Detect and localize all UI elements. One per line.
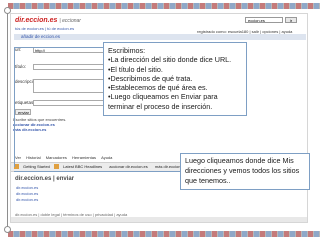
account-go-button[interactable]: ir	[285, 17, 297, 23]
form-title: añadir de eccion.es	[21, 34, 61, 39]
menu-item-ver[interactable]: Ver	[15, 155, 21, 160]
account-select[interactable]: eccion.es	[245, 17, 283, 23]
list-item[interactable]: dir.eccion.es	[16, 197, 38, 202]
title-input[interactable]	[33, 64, 113, 70]
list-item[interactable]: dir.eccion.es	[16, 191, 38, 196]
list-item[interactable]: dir.eccion.es	[16, 185, 38, 190]
menu-item-herramientas[interactable]: Herramientas	[72, 155, 96, 160]
slide-frame: dir.eccion.es | eccionar tús de eccion.e…	[0, 0, 320, 240]
callout-line-url: •La dirección del sitio donde dice URL.	[108, 55, 232, 65]
bookmark-getting-started[interactable]: Getting Started	[14, 164, 50, 170]
bookmark-label: Getting Started	[23, 164, 50, 169]
bookmark-accionar[interactable]: accionar dir.eccion.es	[106, 164, 147, 169]
callout-arrow-top	[14, 47, 103, 48]
title-label: título:	[15, 64, 27, 69]
bookmark-bbc[interactable]: Latest BBC Headlines	[54, 164, 103, 170]
submit-button[interactable]: enviar	[15, 109, 31, 115]
menu-item-historial[interactable]: Historial	[26, 155, 40, 160]
intro-text: Escribe sitios que encuentres. accionar …	[13, 117, 303, 132]
left-decorative-line	[7, 10, 8, 228]
logo-subtitle: | eccionar	[59, 18, 81, 24]
bookmark-label: accionar dir.eccion.es	[109, 164, 148, 169]
callout-heading: Escribimos:	[108, 46, 146, 55]
top-decorative-stripe	[8, 3, 320, 9]
my-addresses-callout: Luego cliqueamos donde dice Mis direccio…	[180, 153, 310, 190]
description-input[interactable]	[33, 79, 113, 93]
callout-line-description: •Describimos de qué trata.	[108, 73, 193, 83]
logo-text: dir.eccion.es	[15, 17, 58, 24]
left-decorative-dot-bottom	[4, 226, 11, 233]
bullet-link-2[interactable]: más dir.eccion.es	[13, 127, 46, 132]
callout-arrow-bottom	[14, 171, 180, 172]
callout-arrow-vertical	[14, 47, 15, 167]
tags-label: etiquetas:	[15, 100, 35, 105]
menu-item-marcadores[interactable]: Marcadores	[46, 155, 67, 160]
callout-line-area: •Establecemos de qué área es.	[108, 83, 208, 93]
callout-line-title: •El título del sitio.	[108, 64, 163, 74]
rss-icon	[54, 164, 60, 170]
bottom-decorative-stripe	[8, 231, 320, 237]
list-heading: dir.eccion.es | enviar	[15, 176, 75, 182]
menu-item-ayuda[interactable]: Ayuda	[101, 155, 112, 160]
instructions-callout: Escribimos: •La dirección del sitio dond…	[103, 42, 247, 116]
callout-line-submit: •Luego cliqueamos en Enviar para termina…	[108, 92, 218, 111]
bottom-gray-bar	[11, 217, 307, 222]
site-logo[interactable]: dir.eccion.es | eccionar	[15, 17, 81, 24]
tags-input[interactable]	[33, 100, 113, 106]
top-links[interactable]: tús de eccion.es | tú de eccion.es	[15, 26, 74, 31]
bookmark-label: Latest BBC Headlines	[63, 164, 103, 169]
